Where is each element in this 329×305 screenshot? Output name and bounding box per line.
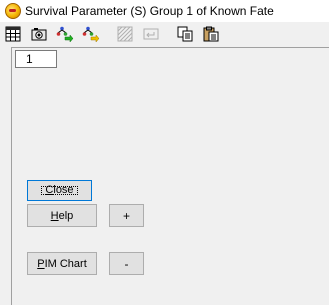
camera-icon[interactable] bbox=[29, 24, 49, 44]
window-title: Survival Parameter (S) Group 1 of Known … bbox=[25, 4, 274, 18]
pim-chart-button[interactable]: PIM Chart bbox=[27, 252, 97, 275]
grid-icon[interactable] bbox=[3, 24, 23, 44]
tree-arrow-yellow-icon[interactable] bbox=[81, 24, 101, 44]
help-button[interactable]: Help bbox=[27, 204, 97, 227]
close-button[interactable]: Close bbox=[27, 180, 92, 201]
paste-icon[interactable] bbox=[201, 24, 221, 44]
app-icon bbox=[5, 3, 21, 19]
hatch-disabled-icon[interactable] bbox=[115, 24, 135, 44]
parameter-index-field[interactable]: 1 bbox=[15, 50, 57, 68]
copy-icon[interactable] bbox=[175, 24, 195, 44]
tree-arrow-icon[interactable] bbox=[55, 24, 75, 44]
increase-button[interactable]: + bbox=[109, 204, 144, 227]
return-disabled-icon[interactable] bbox=[141, 24, 161, 44]
decrease-button[interactable]: - bbox=[109, 252, 144, 275]
title-bar: Survival Parameter (S) Group 1 of Known … bbox=[0, 0, 329, 22]
toolbar bbox=[0, 22, 329, 46]
